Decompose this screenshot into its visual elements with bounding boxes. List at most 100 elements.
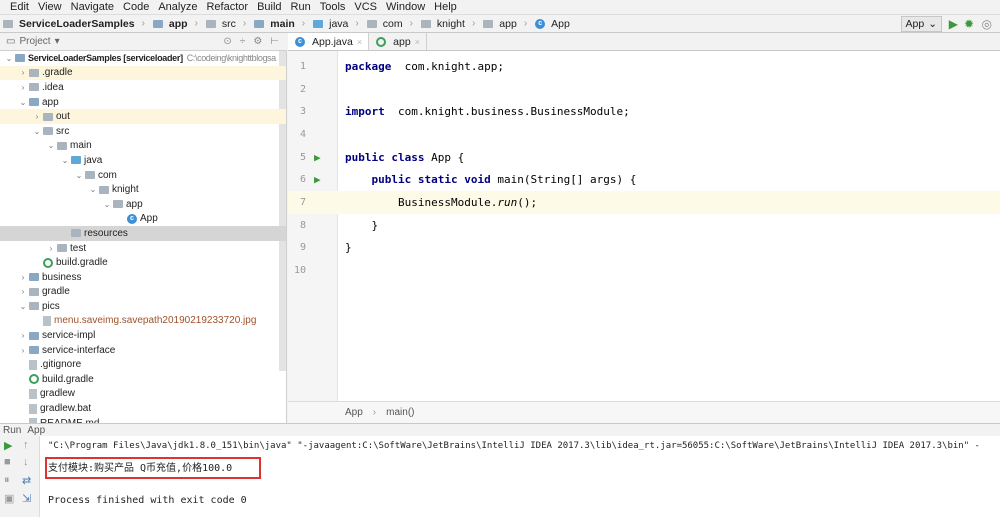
tree-item[interactable]: ⌄ app	[0, 95, 286, 110]
tree-item[interactable]: ⌄ ServiceLoaderSamples [serviceloader] C:\…	[0, 51, 286, 66]
stop-icon[interactable]: ■	[4, 456, 11, 468]
tree-item[interactable]: › out	[0, 109, 286, 124]
menu-refactor[interactable]: Refactor	[206, 1, 248, 13]
tree-item[interactable]: ⌄ src	[0, 124, 286, 139]
pause-icon[interactable]: ⏸	[4, 474, 10, 487]
chevron-down-icon[interactable]: ▾	[55, 36, 60, 47]
menu-vcs[interactable]: VCS	[354, 1, 377, 13]
code-editor[interactable]: 1 package com.knight.app; 2 3 import com.kni…	[288, 51, 1000, 401]
menu-navigate[interactable]: Navigate	[71, 1, 114, 13]
tree-item[interactable]: › service-interface	[0, 343, 286, 358]
tree-item[interactable]: build.gradle	[0, 255, 286, 270]
tree-item[interactable]: › business	[0, 270, 286, 285]
tree-item[interactable]: › test	[0, 241, 286, 256]
tree-item[interactable]: › .idea	[0, 80, 286, 95]
chevron-right-icon[interactable]: ›	[18, 273, 28, 282]
tree-item[interactable]: menu.saveimg.savepath20190219233720.jpg	[0, 314, 286, 329]
tree-item[interactable]: ⌄ app	[0, 197, 286, 212]
wrap-icon[interactable]: ⇄	[22, 474, 31, 487]
breadcrumb-item[interactable]: main	[253, 18, 295, 30]
project-panel-header: ▭ Project ▾ ⊙ ÷ ⚙ ⊢	[0, 33, 287, 51]
run-gutter-icon[interactable]: ▶	[314, 173, 321, 186]
line-number: 4	[299, 128, 306, 140]
tree-item[interactable]: .gitignore	[0, 357, 286, 372]
menu-code[interactable]: Code	[123, 1, 149, 13]
tab-app-java[interactable]: c App.java ×	[288, 33, 370, 50]
menu-window[interactable]: Window	[386, 1, 425, 13]
chevron-down-icon[interactable]: ⌄	[18, 302, 28, 311]
close-icon[interactable]: ×	[357, 37, 362, 47]
run-gutter-icon[interactable]: ▶	[314, 151, 321, 164]
line-number: 7	[299, 197, 306, 209]
breadcrumb-item[interactable]: com	[366, 18, 403, 30]
tree-item[interactable]: README.md	[0, 416, 286, 423]
tree-item-label: menu.saveimg.savepath20190219233720.jpg	[54, 315, 257, 327]
code-line: 3 import com.knight.business.BusinessModu…	[288, 100, 1000, 123]
tree-item[interactable]: › .gradle	[0, 65, 286, 81]
down-icon[interactable]: ↓	[23, 456, 29, 468]
tree-item[interactable]: ⌄ com	[0, 168, 286, 183]
tree-item[interactable]: build.gradle	[0, 372, 286, 387]
run-config-tab[interactable]: App	[27, 425, 45, 436]
tree-item[interactable]: › service-impl	[0, 328, 286, 343]
run-config-select[interactable]: App ⌄	[900, 16, 942, 32]
chevron-down-icon[interactable]: ⌄	[60, 156, 70, 165]
gear-icon[interactable]: ⚙	[253, 36, 262, 47]
menu-view[interactable]: View	[38, 1, 62, 13]
menu-analyze[interactable]: Analyze	[158, 1, 197, 13]
breadcrumb-item[interactable]: app	[152, 18, 188, 30]
chevron-right-icon[interactable]: ›	[46, 244, 56, 253]
chevron-right-icon[interactable]: ›	[18, 346, 28, 355]
chevron-down-icon[interactable]: ⌄	[32, 127, 42, 136]
module-folder-icon	[29, 331, 39, 340]
tree-item[interactable]: ⌄ knight	[0, 182, 286, 197]
menu-run[interactable]: Run	[291, 1, 311, 13]
run-icon[interactable]: ▶	[949, 17, 958, 31]
tree-item[interactable]: gradlew.bat	[0, 401, 286, 416]
tree-item[interactable]: ⌄ main	[0, 139, 286, 154]
tree-item[interactable]: ⌄ pics	[0, 299, 286, 314]
dump-icon[interactable]: ▣	[4, 492, 14, 505]
scroll-end-icon[interactable]: ⇲	[22, 492, 31, 505]
crumb-method[interactable]: main()	[386, 407, 414, 418]
chevron-down-icon[interactable]: ⌄	[46, 141, 56, 150]
menu-help[interactable]: Help	[434, 1, 457, 13]
tree-item[interactable]: ⌄ java	[0, 153, 286, 168]
close-icon[interactable]: ×	[415, 37, 420, 47]
coverage-icon[interactable]: ◎	[982, 17, 992, 31]
console-output[interactable]: "C:\Program Files\Java\jdk1.8.0_151\bin\…	[40, 436, 1000, 517]
breadcrumb-item[interactable]: app	[482, 18, 517, 30]
chevron-down-icon[interactable]: ⌄	[74, 171, 84, 180]
chevron-right-icon[interactable]: ›	[32, 112, 42, 121]
breadcrumb-item[interactable]: knight	[420, 18, 465, 30]
debug-icon[interactable]: ✹	[964, 17, 974, 31]
tree-item[interactable]: gradlew	[0, 387, 286, 402]
collapse-icon[interactable]: ÷	[240, 36, 246, 47]
breadcrumb-item[interactable]: java	[312, 18, 348, 30]
menu-build[interactable]: Build	[257, 1, 281, 13]
chevron-right-icon[interactable]: ›	[18, 331, 28, 340]
up-icon[interactable]: ↑	[23, 439, 29, 451]
crumb-class[interactable]: App	[345, 407, 363, 418]
tab-app[interactable]: app ×	[369, 33, 427, 50]
menu-edit[interactable]: Edit	[10, 1, 29, 13]
chevron-right-icon[interactable]: ›	[18, 83, 28, 92]
project-view-select[interactable]: Project	[19, 36, 50, 47]
breadcrumb-item[interactable]: c App	[534, 18, 570, 30]
breadcrumb-item[interactable]: src	[205, 18, 236, 30]
tree-item[interactable]: resources	[0, 226, 286, 241]
chevron-right-icon[interactable]: ›	[18, 68, 28, 77]
code-text: public static void main(String[] args) {	[345, 173, 637, 186]
chevron-down-icon[interactable]: ⌄	[4, 54, 14, 63]
tree-item[interactable]: c App	[0, 212, 286, 227]
locate-icon[interactable]: ⊙	[223, 36, 231, 47]
chevron-down-icon[interactable]: ⌄	[18, 98, 28, 107]
breadcrumb-item[interactable]: ServiceLoaderSamples	[2, 18, 135, 30]
chevron-right-icon[interactable]: ›	[18, 287, 28, 296]
tree-item[interactable]: › gradle	[0, 285, 286, 300]
menu-tools[interactable]: Tools	[320, 1, 346, 13]
chevron-down-icon[interactable]: ⌄	[88, 185, 98, 194]
rerun-icon[interactable]: ▶	[4, 439, 12, 452]
hide-icon[interactable]: ⊢	[270, 36, 279, 47]
chevron-down-icon[interactable]: ⌄	[102, 200, 112, 209]
